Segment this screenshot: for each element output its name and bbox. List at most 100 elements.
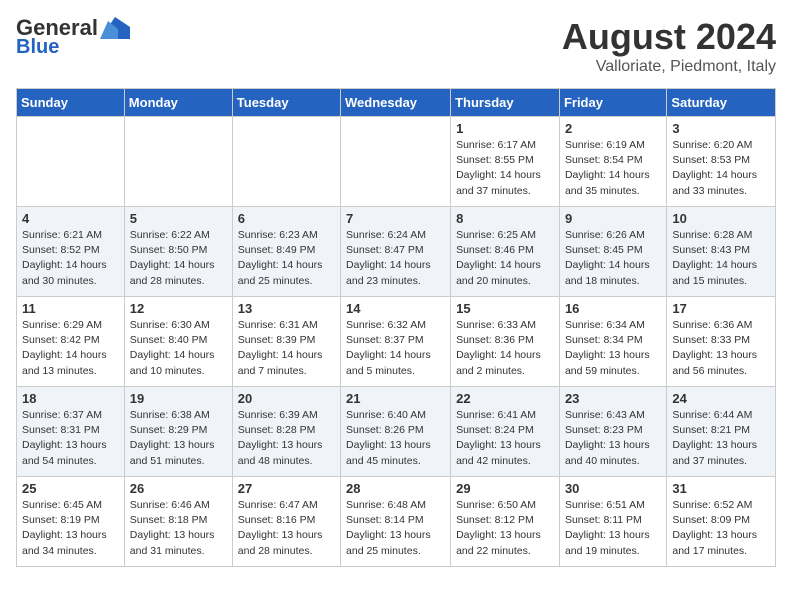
header-friday: Friday bbox=[559, 89, 666, 117]
day-number: 4 bbox=[22, 211, 119, 226]
day-number: 27 bbox=[238, 481, 335, 496]
calendar-day-8: 8 Sunrise: 6:25 AMSunset: 8:46 PMDaylight… bbox=[451, 207, 560, 297]
day-number: 13 bbox=[238, 301, 335, 316]
day-number: 16 bbox=[565, 301, 661, 316]
calendar-day-6: 6 Sunrise: 6:23 AMSunset: 8:49 PMDaylight… bbox=[232, 207, 340, 297]
day-info: Sunrise: 6:21 AMSunset: 8:52 PMDaylight:… bbox=[22, 228, 119, 289]
calendar-day-30: 30Sunrise: 6:51 AMSunset: 8:11 PMDayligh… bbox=[559, 477, 666, 567]
day-info: Sunrise: 6:17 AMSunset: 8:55 PMDaylight:… bbox=[456, 138, 554, 199]
calendar-table: SundayMondayTuesdayWednesdayThursdayFrid… bbox=[16, 88, 776, 567]
day-number: 15 bbox=[456, 301, 554, 316]
day-number: 9 bbox=[565, 211, 661, 226]
day-number: 5 bbox=[130, 211, 227, 226]
calendar-day-4: 4 Sunrise: 6:21 AMSunset: 8:52 PMDaylight… bbox=[17, 207, 125, 297]
day-number: 10 bbox=[672, 211, 770, 226]
day-number: 6 bbox=[238, 211, 335, 226]
day-number: 28 bbox=[346, 481, 445, 496]
calendar-week-row: 25 Sunrise: 6:45 AMSunset: 8:19 PMDayligh… bbox=[17, 477, 776, 567]
day-number: 2 bbox=[565, 121, 661, 136]
month-year-title: August 2024 bbox=[562, 16, 776, 58]
calendar-day-3: 3 Sunrise: 6:20 AMSunset: 8:53 PMDaylight… bbox=[667, 117, 776, 207]
calendar-day-11: 11 Sunrise: 6:29 AMSunset: 8:42 PMDayligh… bbox=[17, 297, 125, 387]
day-info: Sunrise: 6:22 AMSunset: 8:50 PMDaylight:… bbox=[130, 228, 227, 289]
header-saturday: Saturday bbox=[667, 89, 776, 117]
calendar-week-row: 11 Sunrise: 6:29 AMSunset: 8:42 PMDayligh… bbox=[17, 297, 776, 387]
calendar-day-1: 1 Sunrise: 6:17 AMSunset: 8:55 PMDaylight… bbox=[451, 117, 560, 207]
day-number: 20 bbox=[238, 391, 335, 406]
header-thursday: Thursday bbox=[451, 89, 560, 117]
calendar-day-29: 29 Sunrise: 6:50 AMSunset: 8:12 PMDayligh… bbox=[451, 477, 560, 567]
logo-icon bbox=[100, 17, 130, 39]
day-number: 17 bbox=[672, 301, 770, 316]
day-info: Sunrise: 6:47 AMSunset: 8:16 PMDaylight:… bbox=[238, 498, 335, 559]
calendar-day-20: 20 Sunrise: 6:39 AMSunset: 8:28 PMDayligh… bbox=[232, 387, 340, 477]
calendar-empty-cell bbox=[124, 117, 232, 207]
day-info: Sunrise: 6:46 AMSunset: 8:18 PMDaylight:… bbox=[130, 498, 227, 559]
day-number: 30 bbox=[565, 481, 661, 496]
calendar-day-28: 28 Sunrise: 6:48 AMSunset: 8:14 PMDayligh… bbox=[341, 477, 451, 567]
day-info: Sunrise: 6:37 AMSunset: 8:31 PMDaylight:… bbox=[22, 408, 119, 469]
calendar-day-12: 12Sunrise: 6:30 AMSunset: 8:40 PMDayligh… bbox=[124, 297, 232, 387]
day-info: Sunrise: 6:26 AMSunset: 8:45 PMDaylight:… bbox=[565, 228, 661, 289]
day-info: Sunrise: 6:48 AMSunset: 8:14 PMDaylight:… bbox=[346, 498, 445, 559]
calendar-week-row: 4 Sunrise: 6:21 AMSunset: 8:52 PMDaylight… bbox=[17, 207, 776, 297]
calendar-week-row: 18Sunrise: 6:37 AMSunset: 8:31 PMDayligh… bbox=[17, 387, 776, 477]
day-number: 26 bbox=[130, 481, 227, 496]
day-number: 22 bbox=[456, 391, 554, 406]
calendar-day-22: 22Sunrise: 6:41 AMSunset: 8:24 PMDayligh… bbox=[451, 387, 560, 477]
calendar-day-25: 25 Sunrise: 6:45 AMSunset: 8:19 PMDayligh… bbox=[17, 477, 125, 567]
page-header: General Blue August 2024 Valloriate, Pie… bbox=[16, 16, 776, 76]
day-info: Sunrise: 6:24 AMSunset: 8:47 PMDaylight:… bbox=[346, 228, 445, 289]
day-info: Sunrise: 6:25 AMSunset: 8:46 PMDaylight:… bbox=[456, 228, 554, 289]
day-number: 23 bbox=[565, 391, 661, 406]
day-number: 31 bbox=[672, 481, 770, 496]
calendar-day-24: 24Sunrise: 6:44 AMSunset: 8:21 PMDayligh… bbox=[667, 387, 776, 477]
calendar-empty-cell bbox=[232, 117, 340, 207]
day-info: Sunrise: 6:39 AMSunset: 8:28 PMDaylight:… bbox=[238, 408, 335, 469]
calendar-day-9: 9 Sunrise: 6:26 AMSunset: 8:45 PMDaylight… bbox=[559, 207, 666, 297]
calendar-day-7: 7 Sunrise: 6:24 AMSunset: 8:47 PMDaylight… bbox=[341, 207, 451, 297]
calendar-day-2: 2Sunrise: 6:19 AMSunset: 8:54 PMDaylight… bbox=[559, 117, 666, 207]
day-info: Sunrise: 6:34 AMSunset: 8:34 PMDaylight:… bbox=[565, 318, 661, 379]
day-info: Sunrise: 6:23 AMSunset: 8:49 PMDaylight:… bbox=[238, 228, 335, 289]
day-number: 21 bbox=[346, 391, 445, 406]
day-info: Sunrise: 6:44 AMSunset: 8:21 PMDaylight:… bbox=[672, 408, 770, 469]
location-subtitle: Valloriate, Piedmont, Italy bbox=[562, 58, 776, 76]
calendar-header-row: SundayMondayTuesdayWednesdayThursdayFrid… bbox=[17, 89, 776, 117]
calendar-day-26: 26 Sunrise: 6:46 AMSunset: 8:18 PMDayligh… bbox=[124, 477, 232, 567]
day-number: 8 bbox=[456, 211, 554, 226]
day-number: 7 bbox=[346, 211, 445, 226]
calendar-empty-cell bbox=[17, 117, 125, 207]
calendar-day-23: 23Sunrise: 6:43 AMSunset: 8:23 PMDayligh… bbox=[559, 387, 666, 477]
day-number: 1 bbox=[456, 121, 554, 136]
day-number: 12 bbox=[130, 301, 227, 316]
day-info: Sunrise: 6:36 AMSunset: 8:33 PMDaylight:… bbox=[672, 318, 770, 379]
header-tuesday: Tuesday bbox=[232, 89, 340, 117]
calendar-day-5: 5 Sunrise: 6:22 AMSunset: 8:50 PMDaylight… bbox=[124, 207, 232, 297]
day-info: Sunrise: 6:45 AMSunset: 8:19 PMDaylight:… bbox=[22, 498, 119, 559]
logo-text-blue: Blue bbox=[16, 36, 59, 58]
header-monday: Monday bbox=[124, 89, 232, 117]
calendar-day-21: 21 Sunrise: 6:40 AMSunset: 8:26 PMDayligh… bbox=[341, 387, 451, 477]
header-wednesday: Wednesday bbox=[341, 89, 451, 117]
calendar-day-17: 17 Sunrise: 6:36 AMSunset: 8:33 PMDayligh… bbox=[667, 297, 776, 387]
day-info: Sunrise: 6:28 AMSunset: 8:43 PMDaylight:… bbox=[672, 228, 770, 289]
day-number: 29 bbox=[456, 481, 554, 496]
calendar-day-18: 18Sunrise: 6:37 AMSunset: 8:31 PMDayligh… bbox=[17, 387, 125, 477]
day-info: Sunrise: 6:32 AMSunset: 8:37 PMDaylight:… bbox=[346, 318, 445, 379]
day-number: 11 bbox=[22, 301, 119, 316]
calendar-day-31: 31 Sunrise: 6:52 AMSunset: 8:09 PMDayligh… bbox=[667, 477, 776, 567]
calendar-day-15: 15 Sunrise: 6:33 AMSunset: 8:36 PMDayligh… bbox=[451, 297, 560, 387]
day-info: Sunrise: 6:38 AMSunset: 8:29 PMDaylight:… bbox=[130, 408, 227, 469]
day-info: Sunrise: 6:20 AMSunset: 8:53 PMDaylight:… bbox=[672, 138, 770, 199]
day-number: 25 bbox=[22, 481, 119, 496]
day-info: Sunrise: 6:33 AMSunset: 8:36 PMDaylight:… bbox=[456, 318, 554, 379]
day-info: Sunrise: 6:52 AMSunset: 8:09 PMDaylight:… bbox=[672, 498, 770, 559]
day-info: Sunrise: 6:50 AMSunset: 8:12 PMDaylight:… bbox=[456, 498, 554, 559]
calendar-day-16: 16 Sunrise: 6:34 AMSunset: 8:34 PMDayligh… bbox=[559, 297, 666, 387]
calendar-day-14: 14Sunrise: 6:32 AMSunset: 8:37 PMDayligh… bbox=[341, 297, 451, 387]
day-info: Sunrise: 6:40 AMSunset: 8:26 PMDaylight:… bbox=[346, 408, 445, 469]
day-info: Sunrise: 6:29 AMSunset: 8:42 PMDaylight:… bbox=[22, 318, 119, 379]
calendar-week-row: 1 Sunrise: 6:17 AMSunset: 8:55 PMDaylight… bbox=[17, 117, 776, 207]
day-number: 3 bbox=[672, 121, 770, 136]
